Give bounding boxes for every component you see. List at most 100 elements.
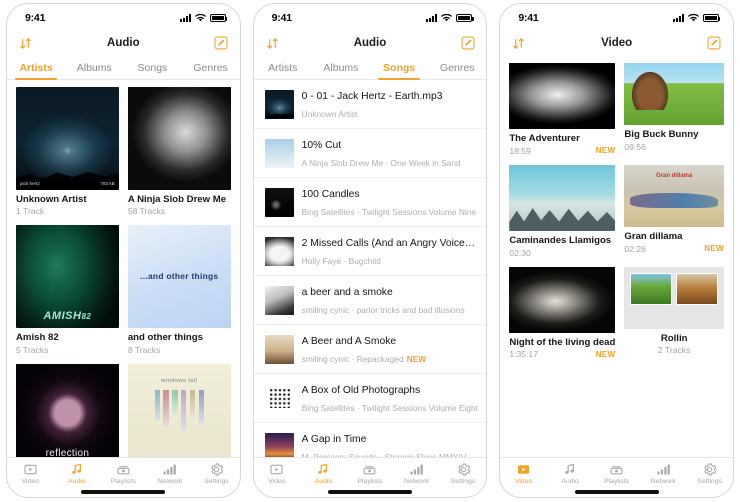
home-indicator (574, 490, 659, 494)
sort-arrows-icon[interactable] (17, 35, 34, 52)
tab-settings[interactable]: Settings (686, 462, 733, 485)
edit-square-icon[interactable] (706, 35, 723, 52)
tab-video[interactable]: Video (500, 462, 547, 485)
phone-screen-audio-songs: 9:41 Audio Artists Albums Songs Genres 0… (246, 0, 494, 502)
cellular-bars-icon (672, 14, 684, 22)
song-subtitle: smiling cynic · parlor tricks and bad il… (301, 305, 465, 315)
song-subtitle: Bing Satellites · Twilight Sessions Volu… (301, 403, 478, 413)
page-title: Audio (353, 37, 387, 49)
status-bar: 9:41 (500, 4, 733, 30)
artists-grid-content[interactable]: jack hertz 783 kB Unknown Artist 1 Track … (7, 80, 240, 457)
tab-audio[interactable]: Audio (54, 462, 101, 485)
video-duration: 02:30 (509, 247, 531, 258)
tab-label: Video (514, 478, 533, 485)
artist-cell[interactable]: windows fall (127, 363, 231, 457)
tab-label: Settings (204, 478, 229, 485)
gear-icon (210, 462, 223, 476)
edit-square-icon[interactable] (213, 35, 230, 52)
song-row[interactable]: 0 - 01 - Jack Hertz - Earth.mp3 Unknown … (253, 80, 487, 129)
video-title: Night of the living dead (509, 336, 616, 348)
tab-settings[interactable]: Settings (193, 462, 240, 485)
segment-songs[interactable]: Songs (370, 56, 428, 80)
tab-label: Video (21, 478, 39, 485)
edit-square-icon[interactable] (459, 35, 476, 52)
gear-icon (703, 462, 717, 476)
nav-bar: Audio (7, 30, 240, 56)
tab-network[interactable]: Network (147, 462, 194, 485)
song-row[interactable]: 2 Missed Calls (And an Angry Voice… Holl… (253, 227, 487, 276)
video-cell[interactable]: Gran dillama Gran dillama 02:26 NEW (624, 164, 724, 258)
song-artwork (264, 432, 294, 457)
artist-name: Unknown Artist (16, 193, 87, 205)
song-title: A Beer and A Smoke (301, 336, 397, 347)
tab-playlists[interactable]: Playlists (100, 462, 147, 485)
songs-list: 0 - 01 - Jack Hertz - Earth.mp3 Unknown … (253, 80, 487, 457)
segment-songs[interactable]: Songs (123, 56, 181, 79)
artist-cell[interactable]: reflection (16, 363, 119, 457)
tab-label: Audio (68, 478, 86, 485)
tab-video[interactable]: Video (7, 462, 54, 485)
song-row[interactable]: A Gap in Time M. Persson: Sounds · Stran… (254, 423, 487, 457)
video-grid-content[interactable]: The Adventurer 18:59 NEW Big Buck Bunny … (500, 56, 733, 457)
artist-cell[interactable]: ...and other things and other things 8 T… (127, 225, 231, 355)
battery-full-icon (209, 14, 228, 22)
album-artwork: windows fall (127, 363, 231, 457)
tab-network[interactable]: Network (393, 462, 440, 485)
tab-audio[interactable]: Audio (547, 462, 594, 485)
network-bars-icon (657, 462, 670, 476)
segment-genres[interactable]: Genres (182, 56, 240, 79)
segmented-tabs-audio: Artists Albums Songs Genres (7, 56, 240, 80)
video-cell[interactable]: Night of the living dead 1:35:17 NEW (509, 266, 616, 359)
video-title: The Adventurer (509, 133, 580, 145)
tab-label: Settings (697, 478, 722, 485)
video-cell[interactable]: Big Buck Bunny 09:56 (624, 63, 724, 156)
music-note-icon (71, 462, 83, 476)
segment-albums[interactable]: Albums (65, 56, 123, 79)
song-subtitle: Unknown Artist (301, 109, 358, 119)
tab-network[interactable]: Network (640, 462, 687, 485)
song-title: 2 Missed Calls (And an Angry Voice… (301, 238, 476, 249)
artists-grid: jack hertz 783 kB Unknown Artist 1 Track … (7, 80, 240, 457)
segment-genres[interactable]: Genres (428, 56, 486, 79)
songs-list-content[interactable]: 0 - 01 - Jack Hertz - Earth.mp3 Unknown … (253, 80, 487, 457)
new-badge: NEW (406, 355, 427, 364)
artist-cell[interactable]: AMISH82 Amish 82 5 Tracks (16, 225, 119, 355)
page-title: Audio (107, 37, 140, 49)
song-title: 0 - 01 - Jack Hertz - Earth.mp3 (301, 91, 443, 102)
segment-artists[interactable]: Artists (7, 56, 65, 80)
tab-settings[interactable]: Settings (440, 462, 487, 485)
tab-video[interactable]: Video (254, 462, 301, 485)
tab-playlists[interactable]: Playlists (347, 462, 394, 485)
wifi-icon (194, 14, 206, 22)
album-artwork (127, 87, 231, 190)
artist-track-count: 8 Tracks (127, 344, 161, 355)
album-artwork: reflection (16, 363, 119, 457)
song-row[interactable]: 100 Candles Bing Satellites · Twilight S… (253, 178, 487, 227)
tab-label: Settings (450, 478, 476, 485)
segment-albums[interactable]: Albums (312, 56, 370, 79)
cellular-bars-icon (179, 14, 191, 22)
nav-bar: Audio (254, 30, 487, 56)
sort-arrows-icon[interactable] (264, 35, 281, 52)
segment-artists[interactable]: Artists (254, 56, 312, 79)
tab-playlists[interactable]: Playlists (593, 462, 640, 485)
song-row[interactable]: a beer and a smoke smiling cynic · parlo… (253, 276, 487, 325)
song-title: 10% Cut (301, 140, 342, 151)
video-thumbnail (509, 164, 616, 232)
video-cell[interactable]: Caminandes Llamigos 02:30 (509, 164, 616, 258)
video-title: Gran dillama (624, 231, 683, 243)
video-cell[interactable]: The Adventurer 18:59 NEW (509, 63, 616, 156)
tab-label: Network (404, 478, 429, 485)
song-row[interactable]: 10% Cut A Ninja Slob Drew Me · One Week … (253, 129, 487, 178)
video-folder-cell[interactable]: Rollin 2 Tracks (624, 266, 724, 360)
tab-label: Network (157, 478, 183, 485)
segmented-tabs-audio: Artists Albums Songs Genres (253, 56, 487, 80)
artist-cell[interactable]: A Ninja Slob Drew Me 58 Tracks (127, 87, 231, 216)
artist-name: and other things (127, 332, 203, 344)
song-row[interactable]: A Box of Old Photographs Bing Satellites… (253, 374, 487, 423)
artist-cell[interactable]: jack hertz 783 kB Unknown Artist 1 Track (16, 87, 119, 216)
video-duration: 02:26 (624, 243, 646, 254)
song-row[interactable]: A Beer and A Smoke smiling cynic · Repac… (253, 325, 487, 374)
sort-arrows-icon[interactable] (510, 35, 527, 52)
tab-audio[interactable]: Audio (300, 462, 347, 485)
